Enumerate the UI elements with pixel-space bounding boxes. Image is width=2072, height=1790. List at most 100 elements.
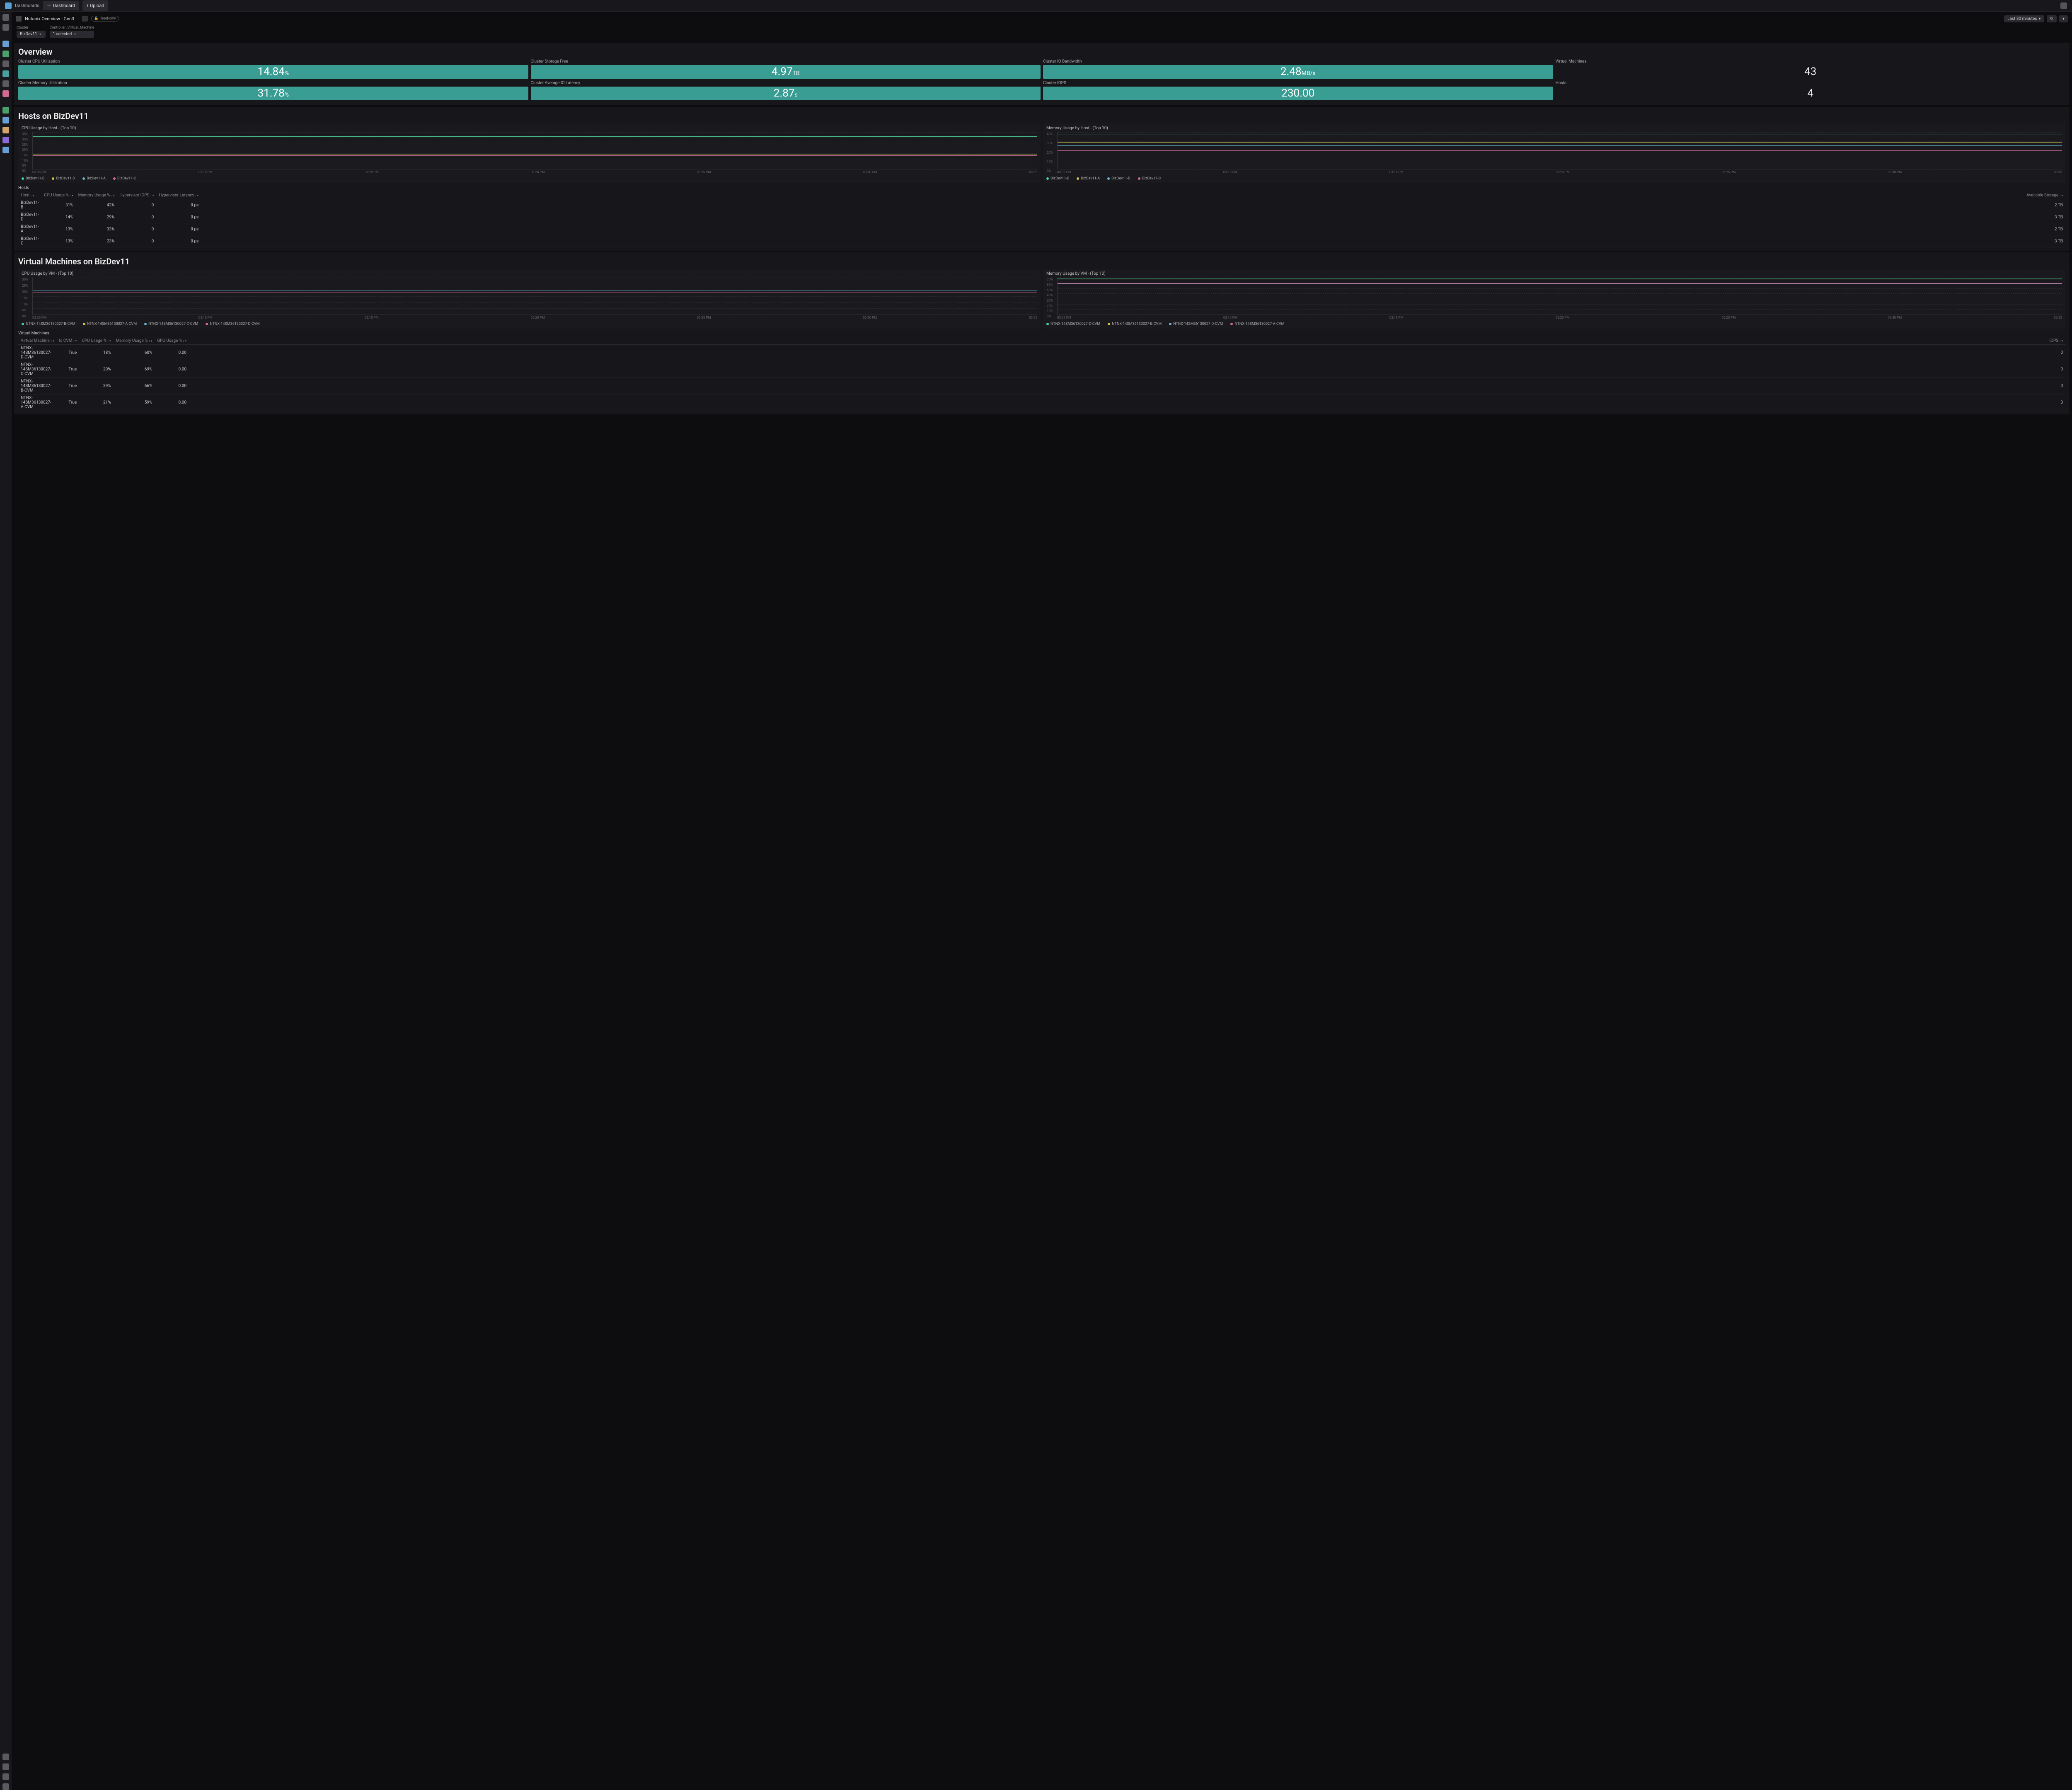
filter-cluster-select[interactable]: BizDev11: [17, 31, 46, 38]
col-header[interactable]: Is CVM↕ ▾: [57, 337, 80, 345]
chart-title: Memory Usage by VM - (Top 10): [1046, 271, 2062, 276]
legend-item[interactable]: BizDev11-D: [1107, 177, 1130, 181]
legend-item[interactable]: NTNX-14SM36130027-D-CVM: [1169, 322, 1223, 326]
stat-cluster-memory-utilization[interactable]: Cluster Memory Utilization31.78%: [18, 81, 528, 100]
stat-cluster-cpu-utilization[interactable]: Cluster CPU Utilization14.84%: [18, 59, 528, 79]
stat-value: 43: [1556, 65, 2066, 79]
stat-label: Cluster CPU Utilization: [18, 59, 528, 64]
help-icon[interactable]: [2, 1783, 9, 1790]
legend-item[interactable]: NTNX-14SM36130027-B-CVM: [1108, 322, 1162, 326]
filters: Cluster BizDev11 Controller_Virtual_Mach…: [14, 24, 2070, 41]
data-table: Virtual Machine↕ ▾Is CVM↕ ▾CPU Usage %↕ …: [18, 337, 2065, 411]
legend-item[interactable]: NTNX-14SM36130027-A-CVM: [83, 322, 137, 326]
col-header[interactable]: GPU Usage %↕ ▾: [155, 337, 189, 345]
chart-area[interactable]: 70%60%50%40%30%20%10%0%: [1057, 278, 2062, 315]
vms-mem-chart[interactable]: Memory Usage by VM - (Top 10) 70%60%50%40…: [1043, 269, 2065, 329]
apps-icon[interactable]: [2, 24, 9, 31]
copy-icon[interactable]: [82, 16, 88, 22]
sidebar-item-1[interactable]: [2, 41, 9, 47]
cell: True: [57, 345, 80, 361]
cell: 23%: [76, 235, 117, 247]
legend-item[interactable]: NTNX-14SM36130027-C-CVM: [144, 322, 198, 326]
expand-icon[interactable]: [2, 1754, 9, 1760]
stat-cluster-io-bandwidth[interactable]: Cluster IO Bandwidth2.48MB/s: [1043, 59, 1553, 79]
col-header[interactable]: CPU Usage %↕ ▾: [79, 337, 113, 345]
chart-area[interactable]: 30%25%20%15%10%5%0%: [32, 278, 1037, 315]
col-header[interactable]: Memory Usage %↕ ▾: [76, 192, 117, 199]
table-row[interactable]: NTNX-14SM36130027-C-CVMTrue20%69%0.000: [18, 361, 2065, 378]
stat-value: 2.87s: [531, 87, 1041, 100]
table-row[interactable]: NTNX-14SM36130027-B-CVMTrue29%66%0.000: [18, 378, 2065, 394]
vms-cpu-chart[interactable]: CPU Usage by VM - (Top 10)30%25%20%15%10…: [18, 269, 1041, 329]
sidebar-item-11[interactable]: [2, 147, 9, 153]
legend-item[interactable]: NTNX-14SM36130027-D-CVM: [206, 322, 259, 326]
sidebar-item-10[interactable]: [2, 137, 9, 143]
sidebar-item-2[interactable]: [2, 51, 9, 57]
stat-hosts[interactable]: Hosts4: [1556, 81, 2066, 100]
col-header[interactable]: Hypervisor IOPS↕ ▾: [117, 192, 156, 199]
cell: BizDev11-C: [18, 235, 41, 247]
sidebar-item-3[interactable]: [2, 60, 9, 67]
col-header[interactable]: Hypervisor Latency↕ ▾: [156, 192, 201, 199]
table-row[interactable]: BizDev11-C13%23%00 µs3 TB: [18, 235, 2065, 247]
col-header[interactable]: Available Storage↕ ▾: [201, 192, 2065, 199]
refresh-button[interactable]: ↻: [2047, 15, 2057, 22]
dashboard-title: Nutanix Overview - Gen3: [25, 16, 74, 22]
cell: 0: [189, 345, 2065, 361]
user-avatar-icon[interactable]: [2060, 2, 2067, 9]
col-header[interactable]: CPU Usage %↕ ▾: [41, 192, 75, 199]
legend-item[interactable]: NTNX-14SM36130027-A-CVM: [1230, 322, 1284, 326]
table-row[interactable]: BizDev11-A13%33%00 µs2 TB: [18, 223, 2065, 235]
cell: 0 µs: [156, 223, 201, 235]
breadcrumb-dashboards[interactable]: Dashboards: [15, 3, 39, 8]
stat-value: 230.00: [1043, 87, 1553, 100]
legend-item[interactable]: BizDev11-C: [113, 177, 136, 181]
col-header[interactable]: Virtual Machine↕ ▾: [18, 337, 57, 345]
stat-cluster-iops[interactable]: Cluster IOPS230.00: [1043, 81, 1553, 100]
chart-area[interactable]: 40%30%20%10%0%: [1057, 132, 2062, 169]
legend-item[interactable]: BizDev11-B: [22, 177, 44, 181]
table-row[interactable]: NTNX-14SM36130027-A-CVMTrue21%59%0.000: [18, 394, 2065, 411]
cell: 59%: [114, 394, 155, 411]
gear-icon[interactable]: [2, 1763, 9, 1770]
table-row[interactable]: NTNX-14SM36130027-D-CVMTrue18%60%0.000: [18, 345, 2065, 361]
legend-item[interactable]: BizDev11-B: [1046, 177, 1069, 181]
table-row[interactable]: BizDev11-B31%42%00 µs2 TB: [18, 199, 2065, 211]
stat-cluster-storage-free[interactable]: Cluster Storage Free4.97TB: [531, 59, 1041, 79]
docs-icon[interactable]: [2, 1773, 9, 1780]
chart-area[interactable]: 35%30%25%20%15%10%5%0%: [32, 132, 1037, 169]
sidebar-item-6[interactable]: [2, 90, 9, 97]
table-row[interactable]: BizDev11-D14%29%00 µs3 TB: [18, 211, 2065, 223]
time-range-picker[interactable]: Last 30 minutes ▾: [2004, 15, 2044, 22]
upload-button[interactable]: ⭱Upload: [82, 0, 108, 11]
stat-virtual-machines[interactable]: Virtual Machines43: [1556, 59, 2066, 79]
chart-title: CPU Usage by Host - (Top 10): [22, 126, 1037, 131]
hosts-mem-chart[interactable]: Memory Usage by Host - (Top 10)40%30%20%…: [1043, 123, 2065, 183]
legend-item[interactable]: BizDev11-C: [1138, 177, 1161, 181]
legend-item[interactable]: BizDev11-D: [52, 177, 75, 181]
sidebar-item-9[interactable]: [2, 127, 9, 133]
tab-icon[interactable]: [16, 16, 22, 22]
cell: BizDev11-B: [18, 199, 41, 211]
logo-icon[interactable]: [5, 2, 12, 9]
hosts-cpu-chart[interactable]: CPU Usage by Host - (Top 10)35%30%25%20%…: [18, 123, 1041, 183]
menu-button[interactable]: ▾: [2059, 15, 2068, 22]
sidebar-item-4[interactable]: [2, 70, 9, 77]
stat-cluster-average-io-latency[interactable]: Cluster Average IO Latency2.87s: [531, 81, 1041, 100]
add-dashboard-button[interactable]: ＋Dashboard: [43, 1, 79, 10]
col-header[interactable]: Host↕ ▾: [18, 192, 41, 199]
legend-item[interactable]: BizDev11-A: [82, 177, 106, 181]
legend-item[interactable]: NTNX-14SM36130027-C-CVM: [1046, 322, 1100, 326]
search-icon[interactable]: [2, 14, 9, 21]
sidebar-item-5[interactable]: [2, 80, 9, 87]
legend-item[interactable]: NTNX-14SM36130027-B-CVM: [22, 322, 75, 326]
stat-value: 4.97TB: [531, 65, 1041, 79]
filter-cvm-select[interactable]: 1 selected: [50, 31, 94, 38]
col-header[interactable]: IOPS↕ ▾: [189, 337, 2065, 345]
sidebar-item-8[interactable]: [2, 117, 9, 123]
legend-item[interactable]: BizDev11-A: [1077, 177, 1100, 181]
cell: 0: [189, 378, 2065, 394]
sidebar-item-7[interactable]: [2, 107, 9, 114]
cell: 14%: [41, 211, 75, 223]
col-header[interactable]: Memory Usage %↕ ▾: [114, 337, 155, 345]
